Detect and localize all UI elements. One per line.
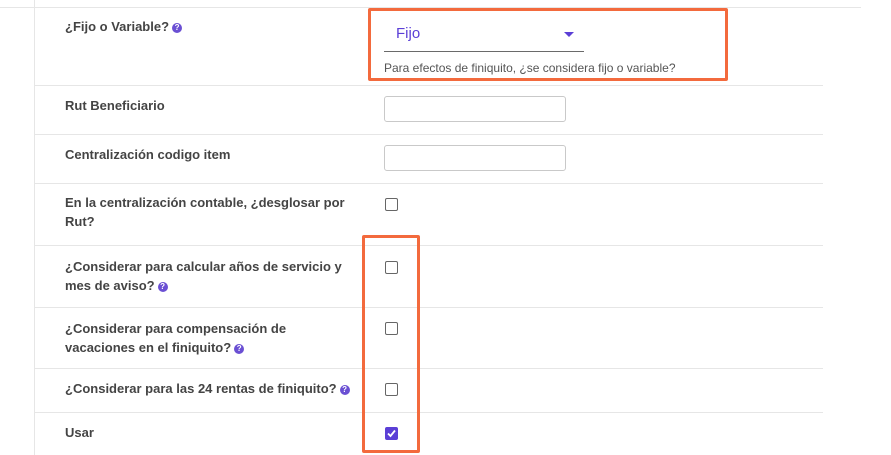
help-icon[interactable]: ? bbox=[157, 282, 168, 292]
desglosar-rut-checkbox[interactable] bbox=[385, 198, 398, 211]
row-desglosar-rut: En la centralización contable, ¿desglosa… bbox=[35, 184, 823, 246]
help-icon[interactable]: ? bbox=[339, 385, 350, 395]
rut-beneficiario-label: Rut Beneficiario bbox=[65, 98, 165, 113]
fijo-variable-label: ¿Fijo o Variable?? bbox=[65, 17, 355, 36]
highlight-box-select bbox=[368, 8, 728, 81]
help-icon[interactable]: ? bbox=[234, 344, 245, 354]
centralizacion-codigo-input[interactable] bbox=[384, 145, 566, 171]
centralizacion-codigo-label: Centralización codigo item bbox=[65, 147, 231, 162]
row-rentas-24: ¿Considerar para las 24 rentas de finiqu… bbox=[35, 369, 823, 413]
rut-beneficiario-input[interactable] bbox=[384, 96, 566, 122]
row-rut-beneficiario: Rut Beneficiario bbox=[35, 86, 823, 135]
highlight-box-checkboxes bbox=[362, 235, 420, 453]
desglosar-rut-label: En la centralización contable, ¿desglosa… bbox=[65, 195, 345, 229]
row-compensacion-vacaciones: ¿Considerar para compensación de vacacio… bbox=[35, 308, 823, 369]
row-usar: Usar bbox=[35, 413, 823, 455]
help-icon[interactable]: ? bbox=[172, 23, 183, 33]
compensacion-vacaciones-label: ¿Considerar para compensación de vacacio… bbox=[65, 321, 287, 355]
row-centralizacion-codigo: Centralización codigo item bbox=[35, 135, 823, 184]
usar-label: Usar bbox=[65, 425, 94, 440]
row-anios-servicio: ¿Considerar para calcular años de servic… bbox=[35, 246, 823, 308]
rentas-24-label: ¿Considerar para las 24 rentas de finiqu… bbox=[65, 379, 385, 398]
anios-servicio-label: ¿Considerar para calcular años de servic… bbox=[65, 259, 342, 293]
